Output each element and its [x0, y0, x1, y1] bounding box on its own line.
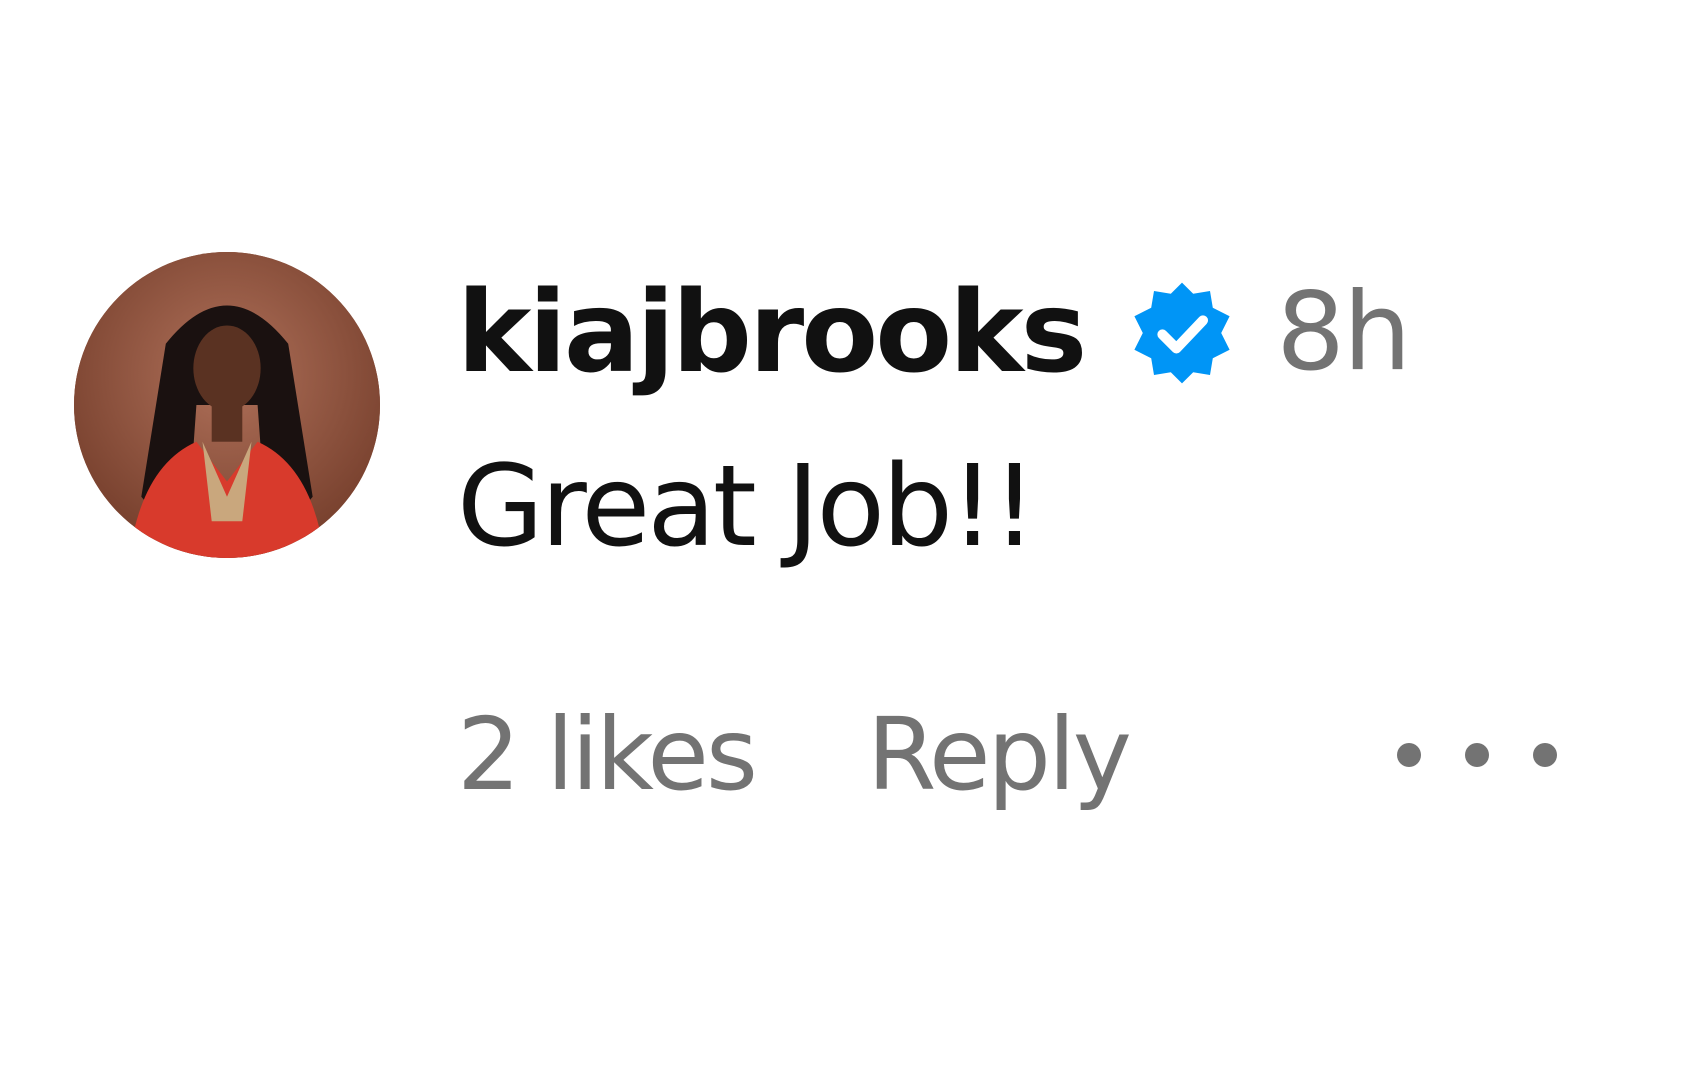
timestamp[interactable]: 8h — [1276, 279, 1411, 387]
avatar[interactable] — [74, 252, 380, 558]
more-dot — [1397, 743, 1421, 767]
comment-item: kiajbrooks 8h Great Job!! 2 likes Reply — [0, 0, 1700, 1080]
comment-text: Great Job!! — [457, 442, 1037, 572]
username[interactable]: kiajbrooks — [457, 277, 1087, 389]
more-dot — [1465, 743, 1489, 767]
comment-header: kiajbrooks 8h — [457, 268, 1411, 398]
reply-button[interactable]: Reply — [867, 705, 1132, 805]
likes-count[interactable]: 2 likes — [457, 705, 758, 805]
more-dot — [1533, 743, 1557, 767]
comment-actions: 2 likes Reply — [457, 695, 1617, 815]
avatar-image — [74, 252, 380, 558]
more-options-icon[interactable] — [1397, 695, 1557, 815]
verified-badge-icon — [1126, 277, 1238, 389]
